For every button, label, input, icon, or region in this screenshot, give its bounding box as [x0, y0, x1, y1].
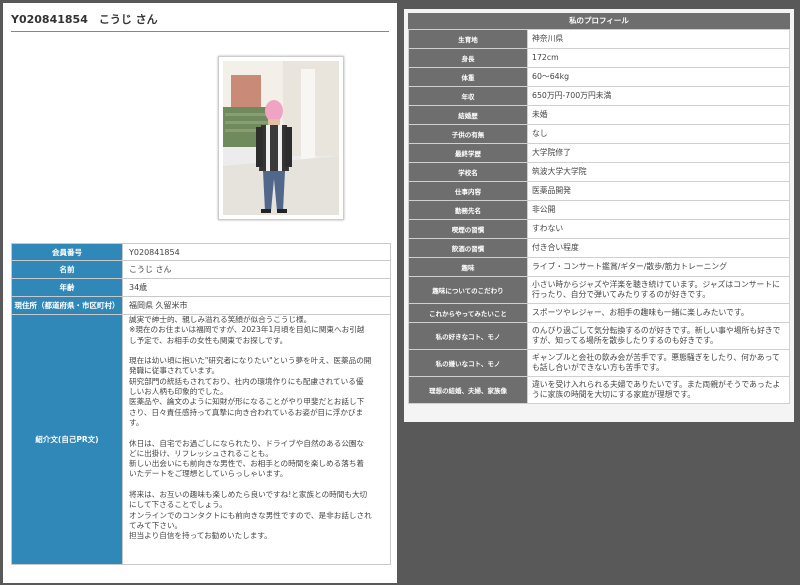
member-header: Y020841854 こうじ さん — [11, 11, 389, 32]
pr-line — [129, 346, 390, 356]
table-row: 紹介文(自己PR文) 誠実で紳士的、親しみ溢れる笑顔が似合うこうじ様。 ※現在の… — [11, 314, 391, 565]
table-row: 名前 こうじ さん — [11, 260, 391, 279]
table-row: 飲酒の習慣 付き合い程度 — [408, 238, 790, 258]
profile-label: 仕事内容 — [408, 181, 528, 201]
pr-line: いたデートをご理想としていらっしゃいます。 — [129, 469, 288, 479]
profile-label: 子供の有無 — [408, 124, 528, 144]
pr-line: てみて下さい。 — [129, 520, 183, 530]
profile-value: 付き合い程度 — [527, 238, 790, 258]
profile-label: 学校名 — [408, 162, 528, 182]
member-number-label: 会員番号 — [11, 243, 123, 261]
age-value: 34歳 — [122, 278, 391, 297]
name-label: 名前 — [11, 260, 123, 279]
table-row: 趣味 ライブ・コンサート鑑賞/ギター/散歩/筋力トレーニング — [408, 257, 790, 277]
table-row: 仕事内容 医薬品開発 — [408, 181, 790, 201]
profile-label: 理想の結婚、夫婦、家族像 — [408, 376, 528, 404]
pr-line: にして下さることでしょう。 — [129, 500, 227, 510]
pr-line: しいお人柄も印象的でした。 — [129, 387, 228, 397]
pr-text: 誠実で紳士的、親しみ溢れる笑顔が似合うこうじ様。 ※現在のお住まいは福岡ですが、… — [122, 314, 391, 565]
table-row: 喫煙の習慣 すわない — [408, 219, 790, 239]
pr-line: 医薬品や、論文のように知財が形になることがやり甲斐だとお話し下 — [129, 397, 365, 407]
table-row: 学校名 筑波大学大学院 — [408, 162, 790, 182]
profile-value: なし — [527, 124, 790, 144]
member-number-value: Y020841854 — [122, 243, 391, 261]
profile-value: 違いを受け入れられる夫婦でありたいです。また両親がそうであったように家族の時間を… — [527, 376, 790, 404]
table-row: 会員番号 Y020841854 — [11, 243, 391, 261]
pr-line: さり、日々責任感持って真摯に向き合われているお姿が目に浮かびま — [129, 407, 364, 417]
table-row: 私の嫌いなコト、モノ ギャンブルと会社の飲み会が苦手です。悪態騒ぎをしたり、何か… — [408, 349, 790, 377]
pr-line: どに出掛け、リフレッシュされることも。 — [129, 448, 273, 458]
profile-label: 年収 — [408, 86, 528, 106]
table-row: 生育地 神奈川県 — [408, 29, 790, 49]
table-row: 身長 172cm — [408, 48, 790, 68]
profile-value: 神奈川県 — [527, 29, 790, 49]
profile-label: 私の好きなコト、モノ — [408, 322, 528, 350]
profile-value: のんびり過ごして気分転換するのが好きです。新しい事や場所も好きですが、知ってる場… — [527, 322, 790, 350]
member-photo — [223, 61, 339, 215]
profile-value: ライブ・コンサート鑑賞/ギター/散歩/筋力トレーニング — [527, 257, 790, 277]
pr-line: 新しい出会いにも前向きな男性で、お相手との時間を楽しめる落ち着 — [129, 459, 365, 469]
profile-value: 650万円-700万円未満 — [527, 86, 790, 106]
profile-label: 最終学歴 — [408, 143, 528, 163]
profile-table: 生育地 神奈川県 身長 172cm 体重 60〜64kg 年収 650万円-70… — [408, 29, 790, 404]
profile-label: これからやってみたいこと — [408, 303, 528, 323]
profile-panel: 私のプロフィール 生育地 神奈川県 身長 172cm 体重 60〜64kg 年収… — [404, 9, 794, 422]
pr-line — [129, 480, 390, 490]
pr-line: し予定で、お相手の女性も関東でお探しです。 — [129, 335, 288, 345]
profile-value: 60〜64kg — [527, 67, 790, 87]
profile-label: 身長 — [408, 48, 528, 68]
table-row: 子供の有無 なし — [408, 124, 790, 144]
profile-value: 非公開 — [527, 200, 790, 220]
table-row: 私の好きなコト、モノ のんびり過ごして気分転換するのが好きです。新しい事や場所も… — [408, 322, 790, 350]
pr-label: 紹介文(自己PR文) — [11, 314, 123, 565]
profile-label: 飲酒の習慣 — [408, 238, 528, 258]
profile-value: 大学院修了 — [527, 143, 790, 163]
member-photo-frame[interactable] — [218, 56, 344, 220]
profile-label: 生育地 — [408, 29, 528, 49]
profile-label: 結婚歴 — [408, 105, 528, 125]
table-row: 年齢 34歳 — [11, 278, 391, 297]
pr-line: 担当より自信を持ってお勧めいたします。 — [129, 531, 272, 541]
table-row: 体重 60〜64kg — [408, 67, 790, 87]
table-row: 結婚歴 未婚 — [408, 105, 790, 125]
profile-title: 私のプロフィール — [408, 13, 790, 29]
profile-label: 喫煙の習慣 — [408, 219, 528, 239]
table-row: 年収 650万円-700万円未満 — [408, 86, 790, 106]
profile-label: 私の嫌いなコト、モノ — [408, 349, 528, 377]
profile-value: ギャンブルと会社の飲み会が苦手です。悪態騒ぎをしたり、何かあっても話し合いができ… — [527, 349, 790, 377]
pr-line — [129, 428, 390, 438]
profile-value: 未婚 — [527, 105, 790, 125]
table-row: 趣味についてのこだわり 小さい時からジャズや洋楽を聴き続けています。ジャズはコン… — [408, 276, 790, 304]
profile-value: 小さい時からジャズや洋楽を聴き続けています。ジャズはコンサートに行ったり、自分で… — [527, 276, 790, 304]
member-basic-table: 会員番号 Y020841854 名前 こうじ さん 年齢 34歳 現住所（都道府… — [11, 243, 391, 565]
pr-line: 研究部門の統括もされており、社内の環境作りにも配慮されている優 — [129, 376, 364, 386]
profile-label: 趣味 — [408, 257, 528, 277]
pr-line: 現在は幼い頃に抱いた"研究者になりたい"という夢を叶え、医薬品の開 — [129, 356, 372, 366]
age-label: 年齢 — [11, 278, 123, 297]
table-row: 最終学歴 大学院修了 — [408, 143, 790, 163]
pr-line: オンラインでのコンタクトにも前向きな男性ですので、是非お話しされ — [129, 510, 372, 520]
pr-line: す。 — [129, 417, 144, 427]
address-label: 現住所（都道府県・市区町村） — [11, 296, 123, 315]
profile-value: 医薬品開発 — [527, 181, 790, 201]
profile-label: 勤務先名 — [408, 200, 528, 220]
table-row: 勤務先名 非公開 — [408, 200, 790, 220]
pr-line: 休日は、自宅でお過ごしになられたり、ドライブや自然のある公園な — [129, 438, 365, 448]
table-row: 理想の結婚、夫婦、家族像 違いを受け入れられる夫婦でありたいです。また両親がそう… — [408, 376, 790, 404]
pr-line: 発職に従事されています。 — [129, 366, 220, 376]
profile-label: 体重 — [408, 67, 528, 87]
pr-line: ※現在のお住まいは福岡ですが、2023年1月頃を目処に関東へお引越 — [129, 325, 365, 335]
table-row: 現住所（都道府県・市区町村） 福岡県 久留米市 — [11, 296, 391, 315]
profile-value: スポーツやレジャー、お相手の趣味も一緒に楽しみたいです。 — [527, 303, 790, 323]
profile-value: 172cm — [527, 48, 790, 68]
table-row: これからやってみたいこと スポーツやレジャー、お相手の趣味も一緒に楽しみたいです… — [408, 303, 790, 323]
profile-value: 筑波大学大学院 — [527, 162, 790, 182]
profile-label: 趣味についてのこだわり — [408, 276, 528, 304]
member-detail-panel: Y020841854 こうじ さん 会員番号 Y020841854 名前 こうじ… — [3, 3, 397, 583]
pr-line: 将来は、お互いの趣味も楽しめたら良いですね!と家族との時間も大切 — [129, 490, 368, 500]
profile-value: すわない — [527, 219, 790, 239]
pr-line: 誠実で紳士的、親しみ溢れる笑顔が似合うこうじ様。 — [129, 315, 312, 324]
name-value: こうじ さん — [122, 260, 391, 279]
address-value: 福岡県 久留米市 — [122, 296, 391, 315]
